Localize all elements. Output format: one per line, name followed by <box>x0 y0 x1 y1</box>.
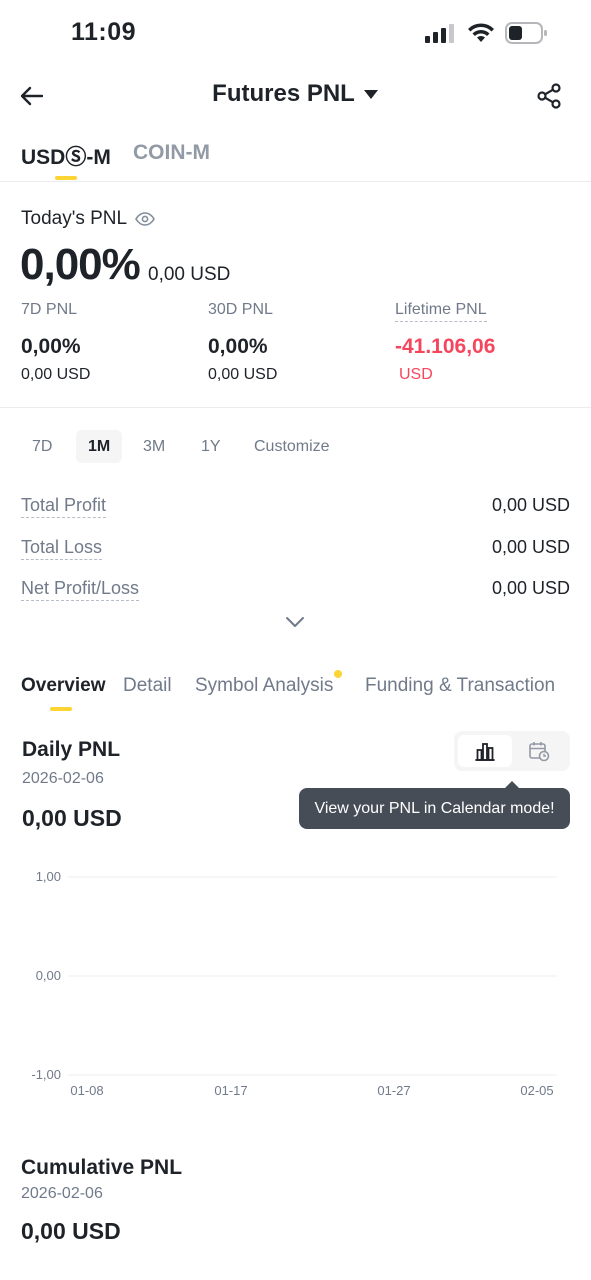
signal-icon <box>425 24 454 43</box>
x-tick-label: 01-27 <box>377 1083 410 1098</box>
todays-pnl-title: Today's PNL <box>21 208 128 229</box>
cumulative-pnl-title: Cumulative PNL <box>21 1156 183 1179</box>
tooltip-arrow <box>505 781 519 788</box>
x-tick-label: 02-05 <box>520 1083 553 1098</box>
stat-30d-percent: 0,00% <box>208 335 268 358</box>
y-tick-label: 0,00 <box>36 968 61 983</box>
stat-7d-percent: 0,00% <box>21 335 81 358</box>
calendar-mode-tooltip[interactable]: View your PNL in Calendar mode! <box>299 788 570 829</box>
tab-active-indicator <box>55 176 77 180</box>
y-tick-label: -1,00 <box>31 1067 61 1082</box>
total-profit-value: 0,00 USD <box>491 495 570 515</box>
range-tab-1y[interactable]: 1Y <box>189 430 233 463</box>
stat-30d-usd: 0,00 USD <box>208 366 278 383</box>
eye-icon[interactable] <box>135 212 156 226</box>
tab-funding-transaction[interactable]: Funding & Transaction <box>365 675 555 697</box>
page-title-container: Futures PNL <box>0 80 591 108</box>
daily-pnl-title: Daily PNL <box>22 738 121 761</box>
stat-30d-label: 30D PNL <box>208 301 273 318</box>
total-loss-label[interactable]: Total Loss <box>21 537 103 560</box>
share-button[interactable] <box>535 82 563 110</box>
bar-chart-icon <box>475 743 495 761</box>
range-tab-7d[interactable]: 7D <box>20 430 64 463</box>
divider <box>0 181 591 182</box>
tab-detail[interactable]: Detail <box>123 675 172 697</box>
stat-lifetime-value: -41.106,06 <box>395 335 496 358</box>
net-profit-loss-value: 0,00 USD <box>491 578 570 598</box>
stat-lifetime-label[interactable]: Lifetime PNL <box>395 301 487 322</box>
daily-pnl-date: 2026-02-06 <box>22 770 104 787</box>
tab-coin-m[interactable]: COIN-M <box>133 141 210 165</box>
page-title: Futures PNL <box>212 80 355 107</box>
wifi-icon <box>468 23 494 42</box>
section-tab-active-indicator <box>50 707 72 711</box>
total-loss-value: 0,00 USD <box>491 537 570 557</box>
range-tab-3m[interactable]: 3M <box>131 430 177 463</box>
caret-down-icon <box>363 90 378 99</box>
battery-icon <box>505 22 547 44</box>
page-title-dropdown[interactable]: Futures PNL <box>212 80 379 108</box>
expand-button[interactable] <box>284 614 306 630</box>
tab-overview[interactable]: Overview <box>21 675 106 697</box>
cumulative-pnl-value: 0,00 USD <box>21 1218 121 1244</box>
y-tick-label: 1,00 <box>36 869 61 884</box>
tab-usds-m[interactable]: USDⓈ-M <box>21 141 111 171</box>
range-tab-1m[interactable]: 1M <box>76 430 123 463</box>
status-icons <box>425 22 547 44</box>
net-profit-loss-label[interactable]: Net Profit/Loss <box>21 578 140 601</box>
cumulative-pnl-date: 2026-02-06 <box>21 1185 103 1202</box>
range-tab-customize[interactable]: Customize <box>242 430 342 463</box>
share-icon <box>537 83 561 109</box>
stat-7d-usd: 0,00 USD <box>21 366 91 383</box>
stat-lifetime-unit: USD <box>399 366 433 383</box>
todays-pnl-usd: 0,00 USD <box>148 264 231 285</box>
stat-7d-label: 7D PNL <box>21 301 78 318</box>
todays-pnl-percent: 0,00% <box>20 240 141 289</box>
calendar-clock-icon <box>529 742 550 762</box>
chevron-down-icon <box>286 617 304 627</box>
divider <box>0 407 591 408</box>
new-indicator-dot <box>334 670 342 678</box>
daily-pnl-chart: 1,00 0,00 -1,00 01-08 01-17 01-27 02-05 <box>31 869 557 1098</box>
bar-chart-mode-button[interactable] <box>458 735 512 767</box>
x-tick-label: 01-08 <box>70 1083 103 1098</box>
todays-pnl-label: Today's PNL <box>21 208 156 230</box>
status-time: 11:09 <box>71 18 137 46</box>
total-profit-label[interactable]: Total Profit <box>21 495 107 518</box>
view-mode-toggle <box>454 731 570 771</box>
daily-pnl-value: 0,00 USD <box>22 805 122 831</box>
tab-symbol-analysis[interactable]: Symbol Analysis <box>195 675 333 697</box>
x-tick-label: 01-17 <box>214 1083 247 1098</box>
calendar-mode-button[interactable] <box>512 735 566 767</box>
